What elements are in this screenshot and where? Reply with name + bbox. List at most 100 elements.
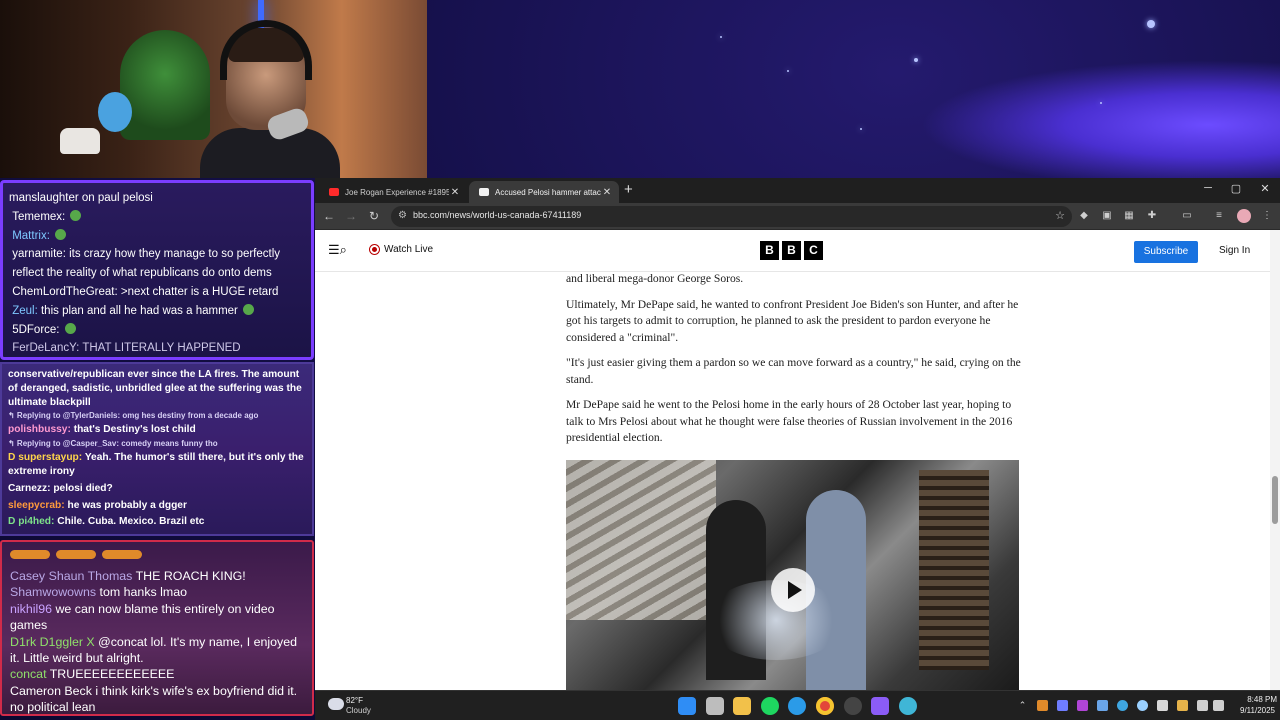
cast-icon[interactable]: ▭	[1181, 210, 1193, 222]
chat-message: concat TRUEEEEEEEEEEEE	[10, 666, 304, 682]
extension-icon[interactable]: ◆	[1078, 210, 1090, 222]
obs-icon[interactable]	[844, 697, 862, 715]
chat-message: 5DForce:	[9, 321, 305, 340]
extension-icon[interactable]: ▦	[1123, 210, 1135, 222]
address-bar[interactable]: ⚙ bbc.com/news/world-us-canada-67411189 …	[391, 206, 1072, 227]
volume-icon[interactable]	[1213, 700, 1224, 711]
sign-in-link[interactable]: Sign In	[1219, 245, 1250, 256]
tray-icon[interactable]	[1137, 700, 1148, 711]
close-window-button[interactable]: ✕	[1256, 182, 1274, 195]
chat-message: polishbussy: that's Destiny's lost child	[8, 423, 306, 437]
clock-date[interactable]: 9/11/2025	[1225, 706, 1275, 715]
edge-icon[interactable]	[788, 697, 806, 715]
article-paragraph: and liberal mega-donor George Soros.	[566, 272, 744, 285]
forward-button[interactable]: →	[343, 209, 359, 223]
app-icon[interactable]	[871, 697, 889, 715]
chat-message: FerDeLancY: THAT LITERALLY HAPPENED	[9, 339, 305, 357]
windows-taskbar: 82°F Cloudy ⌃ 8:48 PM 9/11/2025	[315, 690, 1280, 720]
spotify-icon[interactable]	[761, 697, 779, 715]
star	[1147, 20, 1155, 28]
chat-text: TRUEEEEEEEEEEEE	[49, 667, 175, 682]
youtube-icon	[329, 188, 339, 196]
tray-icon[interactable]	[1117, 700, 1128, 711]
globe-icon[interactable]	[899, 697, 917, 715]
chat-text: conservative/republican ever since the L…	[8, 369, 302, 408]
menu-dots-icon[interactable]: ⋮	[1261, 210, 1273, 222]
clipboard-icon[interactable]: ▣	[1101, 210, 1113, 222]
chat-username: Tememex:	[12, 210, 66, 223]
tab-bbc-article[interactable]: Accused Pelosi hammer attack ✕	[469, 181, 619, 203]
new-tab-button[interactable]: +	[624, 181, 633, 198]
minimize-button[interactable]: ─	[1199, 182, 1217, 194]
page-scrollbar[interactable]	[1270, 230, 1280, 690]
tray-icon[interactable]	[1077, 700, 1088, 711]
chat-message: Cameron Beck i think kirk's wife's ex bo…	[10, 683, 304, 714]
streamer-shirt	[200, 128, 340, 178]
article-video[interactable]	[566, 460, 1019, 690]
menu-search-icon[interactable]: ☰⌕	[328, 242, 347, 258]
chat-username: concat	[10, 667, 47, 682]
tray-icon[interactable]	[1157, 700, 1168, 711]
bbc-logo[interactable]: B B C	[760, 241, 823, 260]
screen: manslaughter on paul pelosi Tememex: Mat…	[0, 0, 1280, 720]
clock-time[interactable]: 8:48 PM	[1237, 695, 1277, 704]
chat-reply-context: ↰ Replying to @Casper_Sav: comedy means …	[8, 439, 218, 449]
chat-username: nikhil96	[10, 601, 53, 616]
watch-live-link[interactable]: Watch Live	[370, 244, 433, 255]
emote-icon	[243, 303, 255, 315]
task-view-icon[interactable]	[706, 697, 724, 715]
cup	[60, 128, 100, 154]
tray-icon[interactable]	[1037, 700, 1048, 711]
scrollbar-thumb[interactable]	[1272, 476, 1278, 524]
play-button[interactable]	[771, 568, 815, 612]
chat-message: manslaughter on paul pelosi	[9, 189, 305, 208]
tab-joe-rogan[interactable]: Joe Rogan Experience #1895 - ✕	[319, 181, 467, 203]
close-tab-icon[interactable]: ✕	[601, 187, 613, 198]
close-tab-icon[interactable]: ✕	[449, 187, 461, 198]
star	[914, 58, 918, 62]
chat-username: polishbussy:	[8, 424, 71, 436]
kick-chat-panel: Casey Shaun Thomas THE ROACH KING! Shamw…	[0, 540, 314, 716]
headphones	[220, 20, 312, 80]
chat-text: >next chatter is a HUGE retard	[120, 285, 279, 298]
browser-window: Joe Rogan Experience #1895 - ✕ Accused P…	[315, 178, 1280, 690]
start-menu-icon[interactable]	[678, 697, 696, 715]
chevron-up-icon[interactable]: ⌃	[1017, 700, 1028, 711]
maximize-button[interactable]: ▢	[1227, 182, 1245, 195]
bookmark-star-icon[interactable]: ☆	[1055, 209, 1065, 222]
chat-username: Cameron Beck	[10, 683, 92, 698]
star	[1100, 102, 1102, 104]
nebula-cloud	[920, 60, 1280, 190]
file-explorer-icon[interactable]	[733, 697, 751, 715]
tray-icon[interactable]	[1177, 700, 1188, 711]
logo-letter: B	[782, 241, 801, 260]
subscribe-button[interactable]: Subscribe	[1134, 241, 1198, 263]
profile-avatar[interactable]	[1237, 209, 1251, 223]
tab-strip: Joe Rogan Experience #1895 - ✕ Accused P…	[315, 178, 1280, 203]
twitch-chat-panel: manslaughter on paul pelosi Tememex: Mat…	[0, 180, 314, 360]
chat-username: Carnezz:	[8, 482, 51, 494]
chat-username: Casey Shaun Thomas	[10, 569, 133, 583]
network-icon[interactable]	[1197, 700, 1208, 711]
tray-icon[interactable]	[1057, 700, 1068, 711]
steam-icon[interactable]	[1097, 700, 1108, 711]
youtube-chat-panel: conservative/republican ever since the L…	[0, 362, 314, 536]
chat-text: he was probably a dgger	[67, 499, 187, 511]
chat-message: reflect the reality of what republicans …	[9, 264, 305, 283]
weather-description[interactable]: Cloudy	[346, 706, 371, 715]
bbc-header: ☰⌕ Watch Live B B C Subscribe Sign In	[315, 230, 1270, 272]
article-body: and liberal mega-donor George Soros. Ult…	[566, 272, 1021, 456]
chat-username: ChemLordTheGreat:	[12, 285, 118, 298]
weather-temperature[interactable]: 82°F	[346, 696, 363, 705]
chat-message: nikhil96 we can now blame this entirely …	[10, 601, 304, 634]
chrome-icon[interactable]	[816, 697, 834, 715]
puzzle-icon[interactable]: ✚	[1146, 210, 1158, 222]
reload-button[interactable]: ↻	[366, 209, 382, 223]
media-control-icon[interactable]: ≡	[1213, 210, 1225, 222]
badge	[56, 550, 96, 559]
article-paragraph: Ultimately, Mr DePape said, he wanted to…	[566, 297, 1019, 344]
chat-text: THE ROACH KING!	[135, 569, 246, 583]
back-button[interactable]: ←	[321, 209, 337, 223]
cloud-icon[interactable]	[328, 698, 344, 710]
site-info-icon[interactable]: ⚙	[398, 210, 407, 221]
